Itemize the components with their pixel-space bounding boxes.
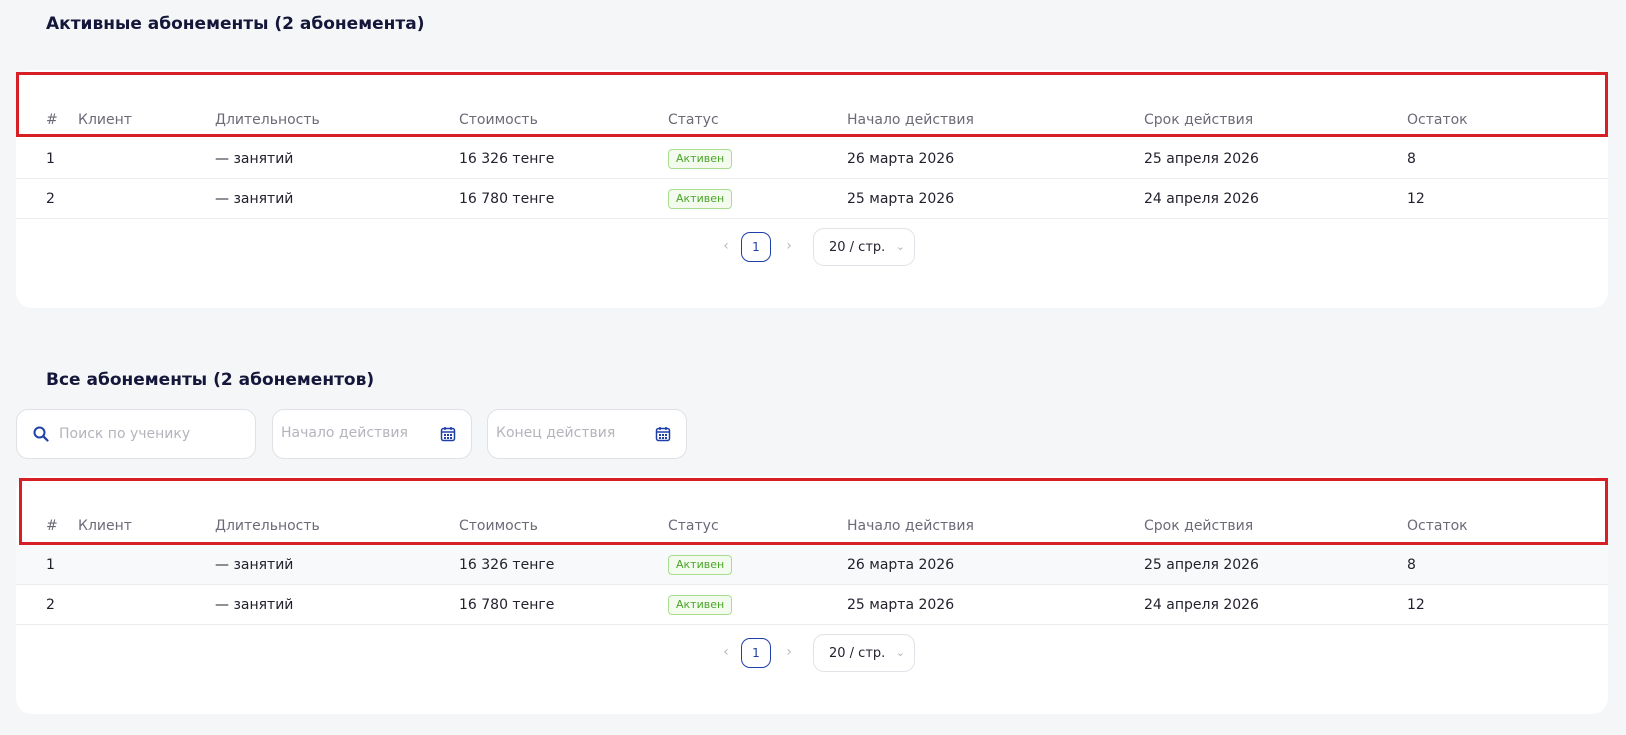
prev-page-button[interactable]: ‹ bbox=[716, 644, 736, 660]
page-1-button[interactable]: 1 bbox=[741, 232, 771, 262]
row-cost: 16 326 тенге bbox=[459, 556, 555, 573]
row-start-date: 25 марта 2026 bbox=[847, 596, 955, 613]
row-end-date: 25 апреля 2026 bbox=[1144, 556, 1259, 573]
table-header: # Клиент Длительность Стоимость Статус Н… bbox=[16, 74, 1608, 132]
column-header-remaining[interactable]: Остаток bbox=[1407, 480, 1468, 538]
column-header-client[interactable]: Клиент bbox=[78, 480, 132, 538]
column-header-client[interactable]: Клиент bbox=[78, 74, 132, 132]
column-header-end[interactable]: Срок действия bbox=[1144, 480, 1253, 538]
column-header-end[interactable]: Срок действия bbox=[1144, 74, 1253, 132]
calendar-icon[interactable] bbox=[655, 426, 671, 446]
row-number: 2 bbox=[46, 596, 55, 613]
active-section-title: Активные абонементы (2 абонемента) bbox=[46, 14, 425, 34]
table-row[interactable]: 2 — занятий 16 780 тенге Активен 25 март… bbox=[16, 585, 1608, 625]
column-header-duration[interactable]: Длительность bbox=[215, 480, 320, 538]
row-cost: 16 780 тенге bbox=[459, 190, 555, 207]
table-row[interactable]: 2 — занятий 16 780 тенге Активен 25 март… bbox=[16, 179, 1608, 219]
row-cost: 16 780 тенге bbox=[459, 596, 555, 613]
pagination: ‹ 1 › 20 / стр. ⌄ bbox=[16, 634, 1608, 674]
column-header-start[interactable]: Начало действия bbox=[847, 74, 974, 132]
row-duration: — занятий bbox=[215, 190, 294, 207]
page-size-value: 20 / стр. bbox=[829, 239, 886, 255]
column-header-status[interactable]: Статус bbox=[668, 74, 719, 132]
prev-page-button[interactable]: ‹ bbox=[716, 238, 736, 254]
chevron-down-icon: ⌄ bbox=[895, 240, 905, 253]
column-header-duration[interactable]: Длительность bbox=[215, 74, 320, 132]
table-row[interactable]: 1 — занятий 16 326 тенге Активен 26 март… bbox=[16, 545, 1608, 585]
status-badge: Активен bbox=[668, 554, 733, 575]
status-badge: Активен bbox=[668, 188, 733, 209]
page-size-value: 20 / стр. bbox=[829, 645, 886, 661]
row-cost: 16 326 тенге bbox=[459, 150, 555, 167]
row-number: 2 bbox=[46, 190, 55, 207]
search-icon bbox=[33, 426, 49, 446]
column-header-status[interactable]: Статус bbox=[668, 480, 719, 538]
row-number: 1 bbox=[46, 150, 55, 167]
row-number: 1 bbox=[46, 556, 55, 573]
next-page-button[interactable]: › bbox=[779, 644, 799, 660]
search-input[interactable]: Поиск по ученику bbox=[16, 409, 256, 459]
row-end-date: 25 апреля 2026 bbox=[1144, 150, 1259, 167]
end-date-picker[interactable]: Конец действия bbox=[487, 409, 687, 459]
row-end-date: 24 апреля 2026 bbox=[1144, 596, 1259, 613]
all-section-title: Все абонементы (2 абонементов) bbox=[46, 370, 375, 390]
column-header-number[interactable]: # bbox=[46, 74, 58, 132]
chevron-down-icon: ⌄ bbox=[895, 646, 905, 659]
row-start-date: 26 марта 2026 bbox=[847, 150, 955, 167]
start-date-picker[interactable]: Начало действия bbox=[272, 409, 472, 459]
next-page-button[interactable]: › bbox=[779, 238, 799, 254]
end-date-placeholder: Конец действия bbox=[496, 425, 616, 441]
column-header-remaining[interactable]: Остаток bbox=[1407, 74, 1468, 132]
row-remaining: 8 bbox=[1407, 556, 1416, 573]
row-remaining: 8 bbox=[1407, 150, 1416, 167]
column-header-start[interactable]: Начало действия bbox=[847, 480, 974, 538]
row-duration: — занятий bbox=[215, 596, 294, 613]
table-header: # Клиент Длительность Стоимость Статус Н… bbox=[16, 480, 1608, 538]
row-remaining: 12 bbox=[1407, 190, 1425, 207]
column-header-number[interactable]: # bbox=[46, 480, 58, 538]
row-duration: — занятий bbox=[215, 556, 294, 573]
page-size-select[interactable]: 20 / стр. ⌄ bbox=[813, 634, 915, 672]
status-badge: Активен bbox=[668, 148, 733, 169]
row-end-date: 24 апреля 2026 bbox=[1144, 190, 1259, 207]
row-remaining: 12 bbox=[1407, 596, 1425, 613]
status-badge: Активен bbox=[668, 594, 733, 615]
table-row[interactable]: 1 — занятий 16 326 тенге Активен 26 март… bbox=[16, 139, 1608, 179]
page-1-button[interactable]: 1 bbox=[741, 638, 771, 668]
calendar-icon[interactable] bbox=[440, 426, 456, 446]
all-subscriptions-card: # Клиент Длительность Стоимость Статус Н… bbox=[16, 476, 1608, 714]
active-subscriptions-card: # Клиент Длительность Стоимость Статус Н… bbox=[16, 70, 1608, 308]
column-header-cost[interactable]: Стоимость bbox=[459, 74, 538, 132]
search-placeholder: Поиск по ученику bbox=[59, 426, 191, 442]
row-duration: — занятий bbox=[215, 150, 294, 167]
pagination: ‹ 1 › 20 / стр. ⌄ bbox=[16, 228, 1608, 268]
row-start-date: 26 марта 2026 bbox=[847, 556, 955, 573]
page-size-select[interactable]: 20 / стр. ⌄ bbox=[813, 228, 915, 266]
start-date-placeholder: Начало действия bbox=[281, 425, 408, 441]
row-start-date: 25 марта 2026 bbox=[847, 190, 955, 207]
column-header-cost[interactable]: Стоимость bbox=[459, 480, 538, 538]
